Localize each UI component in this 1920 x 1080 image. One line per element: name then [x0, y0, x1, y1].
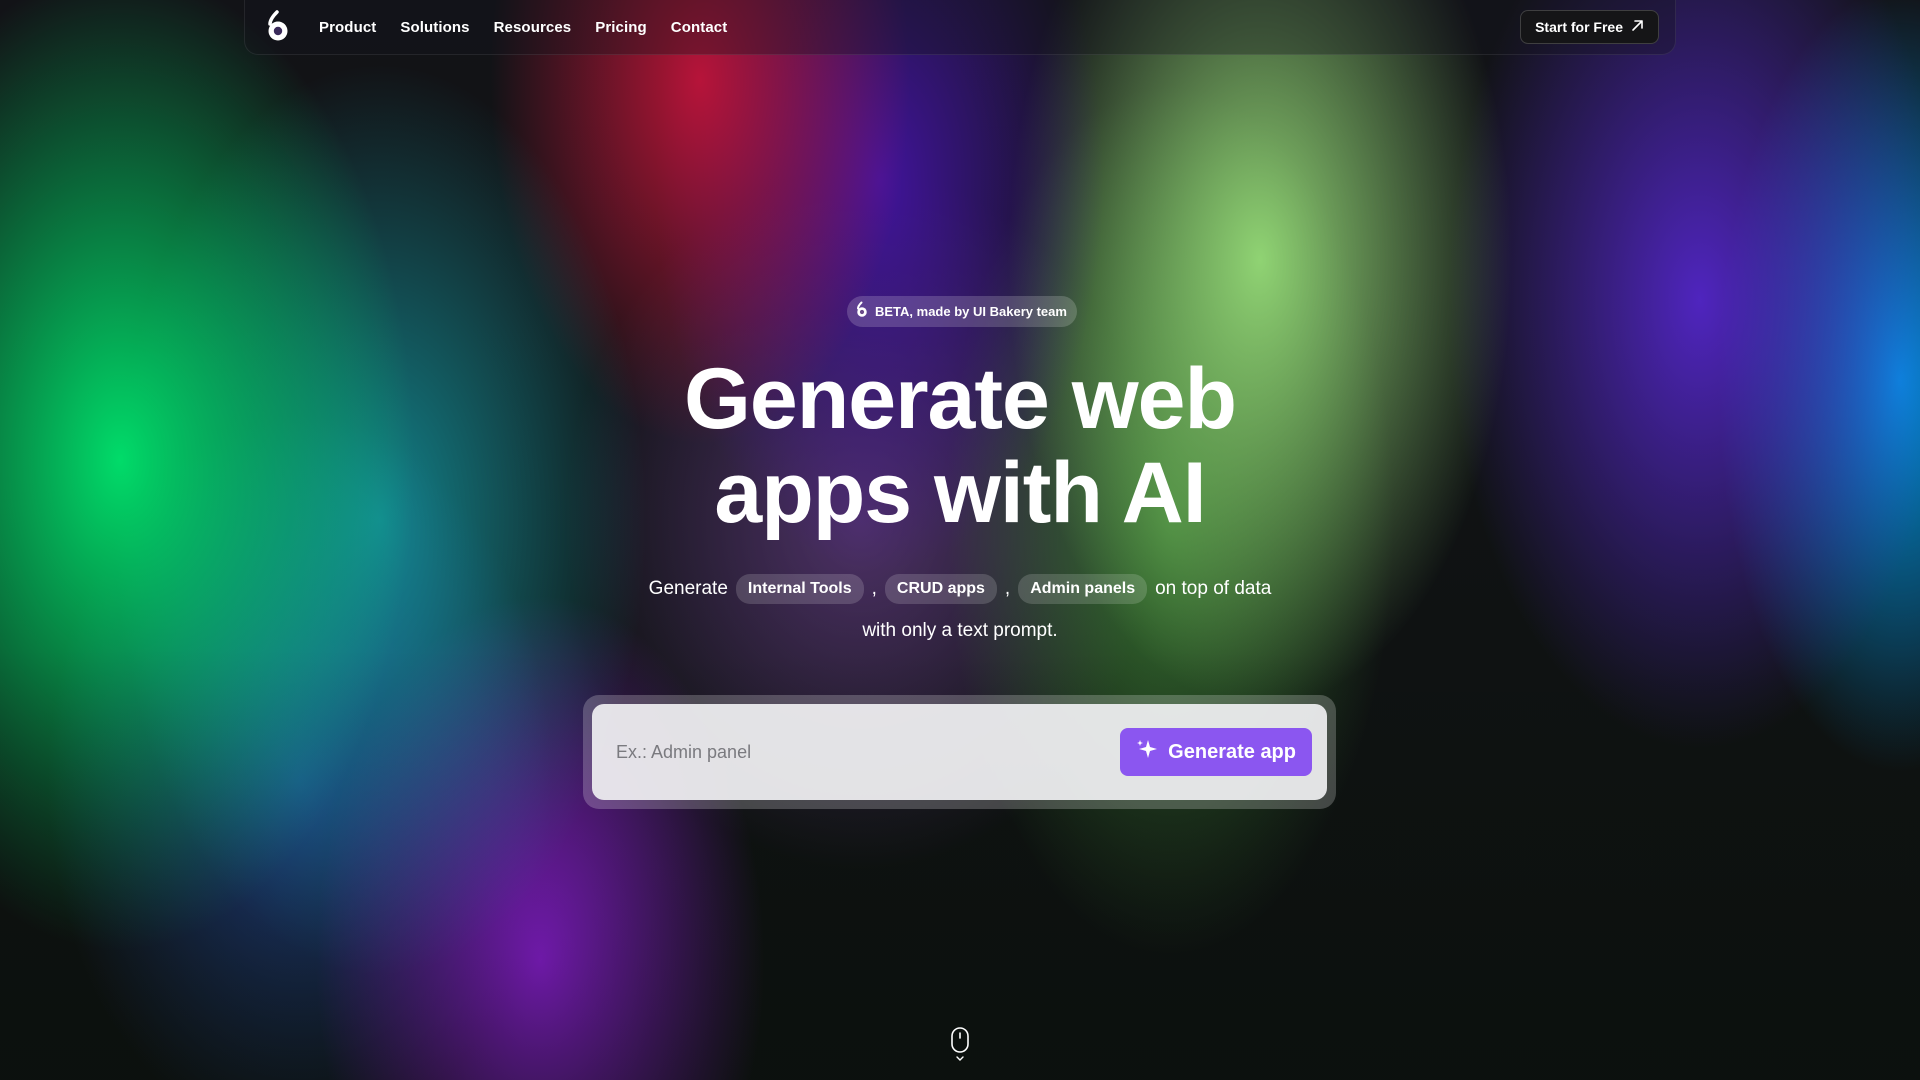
start-for-free-button[interactable]: Start for Free	[1520, 10, 1659, 44]
app-prompt-input[interactable]	[616, 741, 1121, 763]
ui-bakery-badge-icon	[855, 301, 869, 322]
hero-title-line1: Generate web	[684, 351, 1237, 447]
subtitle-suffix: on top of data	[1155, 578, 1272, 599]
ui-bakery-logo-icon[interactable]	[263, 10, 293, 44]
nav-contact[interactable]: Contact	[671, 19, 728, 36]
sparkle-icon	[1136, 738, 1158, 766]
start-for-free-label: Start for Free	[1535, 19, 1623, 35]
generate-app-button[interactable]: Generate app	[1120, 728, 1312, 776]
subtitle-prefix: Generate	[648, 578, 728, 599]
nav-product[interactable]: Product	[319, 19, 376, 36]
beta-badge-label: BETA, made by UI Bakery team	[875, 304, 1067, 319]
mouse-scroll-icon[interactable]	[950, 1027, 970, 1063]
chip-separator: ,	[871, 578, 877, 599]
chip-admin-panels: Admin panels	[1018, 574, 1148, 604]
chip-separator: ,	[1004, 578, 1011, 599]
nav-links: Product Solutions Resources Pricing Cont…	[319, 19, 727, 36]
prompt-inner: Generate app	[592, 704, 1327, 800]
top-navbar: Product Solutions Resources Pricing Cont…	[244, 0, 1676, 55]
nav-solutions[interactable]: Solutions	[400, 19, 469, 36]
prompt-box: Generate app	[583, 695, 1336, 809]
hero-subtitle: Generate Internal Tools , CRUD apps , Ad…	[560, 574, 1360, 604]
generate-app-label: Generate app	[1168, 740, 1296, 763]
hero-subtitle-line2: with only a text prompt.	[862, 620, 1058, 641]
hero-title: Generate web apps with AI	[560, 352, 1360, 540]
chip-crud-apps: CRUD apps	[884, 574, 997, 604]
arrow-up-right-icon	[1631, 19, 1644, 35]
beta-badge: BETA, made by UI Bakery team	[847, 296, 1077, 327]
chip-internal-tools: Internal Tools	[735, 574, 864, 604]
hero-title-line2: apps with AI	[714, 445, 1206, 541]
nav-pricing[interactable]: Pricing	[595, 19, 647, 36]
nav-resources[interactable]: Resources	[494, 19, 572, 36]
